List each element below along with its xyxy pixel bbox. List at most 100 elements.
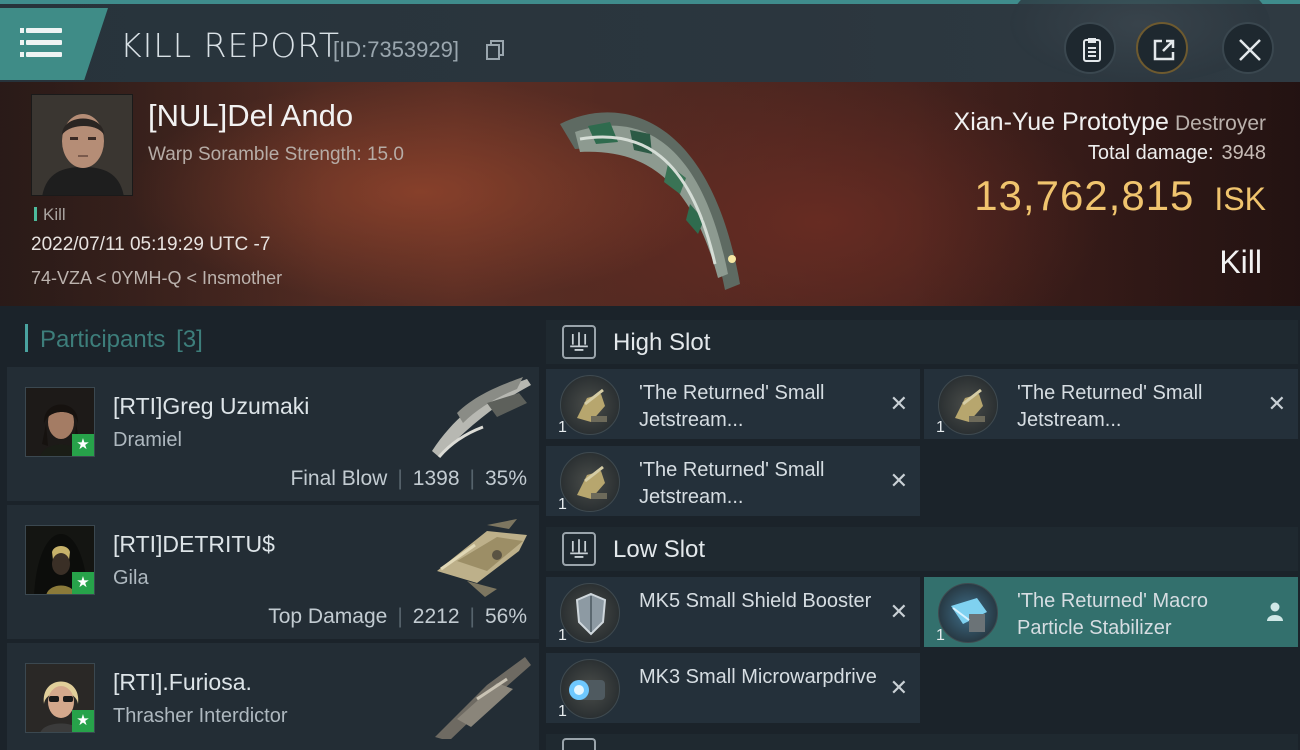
participants-count: [3] bbox=[176, 326, 203, 353]
low-slot-icon bbox=[562, 532, 596, 566]
module-icon bbox=[560, 659, 620, 719]
participant-avatar: ★ bbox=[25, 387, 95, 457]
total-damage: Total damage: 3948 bbox=[1088, 142, 1266, 165]
participant-ship-image bbox=[432, 377, 531, 458]
fitted-module[interactable]: 1 'The Returned' Small Jetstream... ✕ bbox=[546, 446, 920, 516]
destroyed-icon: ✕ bbox=[889, 391, 908, 416]
kill-report-screen: KILL REPORT [ID:7353929] [NUL]Del Ando W… bbox=[0, 0, 1300, 750]
module-icon bbox=[560, 583, 620, 643]
kill-tag: Kill bbox=[34, 205, 66, 225]
fitted-module[interactable]: 1 MK3 Small Microwarpdrive ✕ bbox=[546, 653, 920, 723]
participant-row[interactable]: ★ [RTI]DETRITU$ Gila Top Damage | 2212 | 56% bbox=[7, 505, 539, 639]
victim-ship-class: Destroyer bbox=[1174, 112, 1266, 135]
destroyed-icon: ✕ bbox=[1267, 391, 1286, 416]
fitted-module-selected[interactable]: 1 'The Returned' Macro Particle Stabiliz… bbox=[924, 577, 1298, 647]
participant-row[interactable]: ★ [RTI]Greg Uzumaki Dramiel Final Blow | 1… bbox=[7, 367, 539, 501]
module-quantity: 1 bbox=[936, 419, 945, 436]
module-name: 'The Returned' Small Jetstream... bbox=[1017, 382, 1203, 431]
next-slot-header bbox=[546, 734, 1298, 750]
isk-unit: ISK bbox=[1214, 181, 1266, 217]
participant-name: [RTI].Furiosa. bbox=[113, 669, 252, 695]
close-icon bbox=[1239, 39, 1261, 61]
participant-damage: 1398 bbox=[412, 467, 460, 490]
person-icon bbox=[1267, 602, 1283, 621]
stat-divider: | bbox=[397, 605, 403, 628]
star-badge-icon: ★ bbox=[72, 710, 94, 732]
victim-subtitle: Warp Soramble Strength: 15.0 bbox=[148, 144, 404, 165]
share-icon bbox=[1153, 39, 1175, 61]
participant-name: [RTI]DETRITU$ bbox=[113, 531, 275, 557]
participant-stats: Top Damage | 2212 | 56% bbox=[268, 605, 527, 629]
destroyed-icon: ✕ bbox=[889, 675, 908, 700]
stat-divider: | bbox=[469, 467, 475, 490]
module-icon bbox=[938, 583, 998, 643]
module-icon bbox=[560, 375, 620, 435]
close-button[interactable] bbox=[1222, 22, 1274, 74]
isk-amount: 13,762,815 bbox=[974, 172, 1195, 219]
slot-icon bbox=[562, 738, 596, 750]
destroyed-icon: ✕ bbox=[889, 468, 908, 493]
module-name: 'The Returned' Small Jetstream... bbox=[639, 382, 825, 431]
stat-divider: | bbox=[469, 605, 475, 628]
module-name: 'The Returned' Macro Particle Stabilizer bbox=[1017, 590, 1209, 639]
high-slot-label: High Slot bbox=[613, 329, 711, 356]
module-icon bbox=[560, 452, 620, 512]
fitted-module[interactable]: 1 MK5 Small Shield Booster ✕ bbox=[546, 577, 920, 647]
star-badge-icon: ★ bbox=[72, 572, 94, 594]
high-slot-header: High Slot bbox=[546, 320, 1298, 364]
module-name: 'The Returned' Small Jetstream... bbox=[639, 459, 825, 508]
report-id: [ID:7353929] bbox=[333, 37, 459, 62]
participant-ship-image bbox=[435, 657, 531, 739]
module-quantity: 1 bbox=[558, 703, 567, 720]
participant-ship: Gila bbox=[113, 567, 149, 589]
module-quantity: 1 bbox=[936, 627, 945, 644]
participant-percent: 56% bbox=[484, 605, 527, 628]
copy-icon[interactable] bbox=[486, 40, 506, 60]
menu-icon bbox=[20, 28, 62, 58]
clipboard-button[interactable] bbox=[1064, 22, 1116, 74]
low-slot-label: Low Slot bbox=[613, 536, 706, 563]
victim-ship-image bbox=[560, 112, 740, 290]
participant-ship-image bbox=[437, 519, 527, 597]
share-button[interactable] bbox=[1136, 22, 1188, 74]
total-damage-value: 3948 bbox=[1221, 142, 1267, 164]
participant-role: Final Blow bbox=[290, 467, 388, 490]
fitted-module[interactable]: 1 'The Returned' Small Jetstream... ✕ bbox=[546, 369, 920, 439]
isk-value: 13,762,815 ISK bbox=[974, 172, 1266, 220]
victim-ship[interactable]: Xian-Yue Prototype Destroyer bbox=[954, 108, 1266, 137]
module-quantity: 1 bbox=[558, 496, 567, 513]
participant-percent: 35% bbox=[484, 467, 527, 490]
top-bar: KILL REPORT [ID:7353929] bbox=[0, 0, 1300, 84]
page-title: KILL REPORT bbox=[120, 26, 340, 65]
clipboard-icon bbox=[1083, 38, 1101, 62]
kill-timestamp: 2022/07/11 05:19:29 UTC -7 bbox=[31, 234, 271, 255]
module-quantity: 1 bbox=[558, 419, 567, 436]
result-label: Kill bbox=[1219, 244, 1262, 280]
victim-avatar bbox=[31, 94, 133, 196]
module-quantity: 1 bbox=[558, 627, 567, 644]
stat-divider: | bbox=[397, 467, 403, 490]
module-name: MK5 Small Shield Booster bbox=[639, 590, 872, 612]
victim-name[interactable]: [NUL]Del Ando bbox=[148, 98, 353, 134]
participant-avatar: ★ bbox=[25, 663, 95, 733]
participant-avatar: ★ bbox=[25, 525, 95, 595]
participant-name: [RTI]Greg Uzumaki bbox=[113, 393, 310, 419]
module-icon bbox=[938, 375, 998, 435]
menu-button[interactable] bbox=[0, 8, 108, 80]
participant-row[interactable]: ★ [RTI].Furiosa. Thrasher Interdictor bbox=[7, 643, 539, 750]
participants-label: Participants bbox=[40, 326, 166, 353]
fitted-module[interactable]: 1 'The Returned' Small Jetstream... ✕ bbox=[924, 369, 1298, 439]
destroyed-icon: ✕ bbox=[889, 599, 908, 624]
participant-stats: Final Blow | 1398 | 35% bbox=[290, 467, 527, 491]
participants-header: Participants [3] bbox=[25, 324, 203, 354]
module-name: MK3 Small Microwarpdrive bbox=[639, 666, 877, 688]
total-damage-label: Total damage: bbox=[1087, 142, 1214, 164]
star-badge-icon: ★ bbox=[72, 434, 94, 456]
victim-ship-name: Xian-Yue Prototype bbox=[953, 108, 1169, 136]
kill-location[interactable]: 74-VZA < 0YMH-Q < Insmother bbox=[31, 268, 282, 289]
participant-ship: Dramiel bbox=[113, 429, 182, 451]
participant-damage: 2212 bbox=[412, 605, 460, 628]
participant-ship: Thrasher Interdictor bbox=[113, 705, 288, 727]
participant-role: Top Damage bbox=[268, 605, 388, 628]
low-slot-header: Low Slot bbox=[546, 527, 1298, 571]
